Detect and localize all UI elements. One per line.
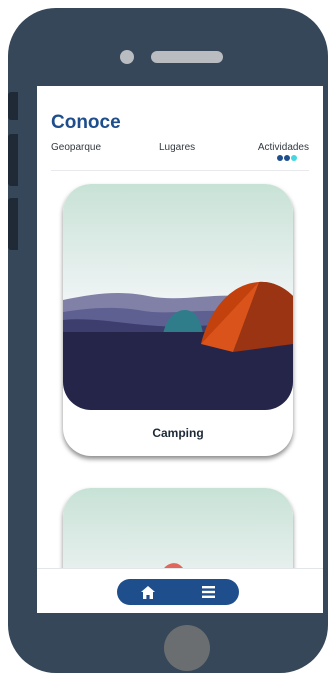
card-label: Camping	[152, 426, 204, 440]
tab-actividades[interactable]: Actividades	[258, 142, 309, 153]
speaker-grille	[151, 51, 223, 63]
header-divider	[51, 170, 309, 171]
bottom-navigation	[37, 568, 323, 613]
phone-side-button	[8, 92, 18, 120]
bottom-nav-pill	[117, 579, 239, 605]
indicator-dot	[284, 155, 290, 161]
home-button[interactable]	[117, 579, 178, 605]
camping-image	[63, 184, 293, 410]
active-tab-indicator	[277, 155, 297, 161]
app-screen: Conoce Geoparque Lugares Actividades Cam…	[37, 86, 323, 613]
activity-card-camping[interactable]: Camping	[63, 184, 293, 456]
tab-bar: Geoparque Lugares Actividades	[51, 142, 309, 162]
tab-lugares[interactable]: Lugares	[159, 142, 195, 153]
tab-geoparque[interactable]: Geoparque	[51, 142, 101, 153]
indicator-dot	[277, 155, 283, 161]
menu-icon	[202, 586, 215, 598]
front-camera	[120, 50, 134, 64]
indicator-dot-active	[291, 155, 297, 161]
phone-side-button	[8, 134, 18, 186]
menu-button[interactable]	[178, 579, 239, 605]
phone-side-button	[8, 198, 18, 250]
home-icon	[140, 585, 155, 599]
camping-tent-icon	[63, 184, 293, 410]
phone-home-button[interactable]	[164, 625, 210, 671]
page-title: Conoce	[51, 112, 121, 133]
